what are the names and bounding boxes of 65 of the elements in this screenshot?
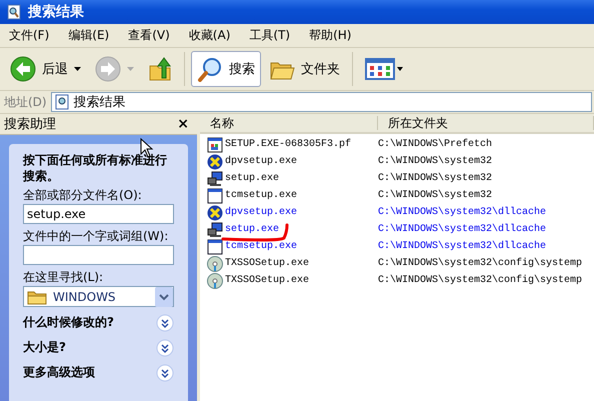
disc-icon: [207, 272, 223, 288]
view-grid-icon: [365, 57, 405, 81]
word-field[interactable]: [23, 245, 174, 265]
address-field[interactable]: 搜索结果: [50, 92, 592, 112]
file-name[interactable]: SETUP.EXE-068305F3.pf: [225, 139, 352, 150]
directx-icon: [207, 154, 223, 170]
hand-drawn-mark: [220, 222, 290, 243]
pane-title: 搜索助理: [4, 116, 56, 133]
search-icon: [197, 56, 223, 82]
program-window-icon: [207, 188, 223, 204]
file-name[interactable]: TXSSOSetup.exe: [225, 258, 310, 269]
menu-item[interactable]: 查看(V): [121, 25, 178, 46]
file-name[interactable]: tcmsetup.exe: [225, 190, 298, 201]
file-name[interactable]: tcmsetup.exe: [225, 241, 298, 252]
section-title: 什么时候修改的?: [23, 314, 114, 331]
file-name[interactable]: dpvsetup.exe: [225, 156, 298, 167]
folder-up-icon: [148, 56, 172, 82]
dropdown-caret-icon: [127, 67, 134, 71]
folder-path: C:\WINDOWS\system32\dllcache: [378, 224, 546, 235]
section-title: 大小是?: [23, 339, 66, 356]
column-header[interactable]: 名称: [200, 116, 378, 130]
folder-path: C:\WINDOWS\Prefetch: [378, 139, 492, 150]
location-dropdown[interactable]: WINDOWS: [23, 286, 174, 307]
menu-item[interactable]: 帮助(H): [302, 25, 360, 46]
expand-chevron-icon[interactable]: [156, 338, 174, 356]
expand-chevron-icon[interactable]: [156, 364, 174, 382]
directx-icon: [207, 204, 223, 220]
installer-icon: [207, 170, 223, 186]
menu-item[interactable]: 工具(T): [242, 25, 298, 46]
installer-icon: [207, 222, 223, 238]
column-header[interactable]: 所在文件夹: [378, 116, 594, 130]
disc-icon: [207, 256, 223, 272]
file-name[interactable]: setup.exe: [225, 224, 280, 235]
program-window-icon: [207, 238, 223, 254]
search-button[interactable]: 搜索: [191, 51, 261, 87]
folders-button[interactable]: 文件夹: [263, 51, 346, 87]
folder-path: C:\WINDOWS\system32: [378, 156, 492, 167]
file-name[interactable]: dpvsetup.exe: [225, 207, 298, 218]
expand-chevron-icon[interactable]: [156, 314, 174, 332]
folder-path: C:\WINDOWS\system32\dllcache: [378, 241, 546, 252]
menu-item[interactable]: 编辑(E): [61, 25, 118, 46]
section-title: 更多高级选项: [23, 364, 95, 381]
folder-path: C:\WINDOWS\system32\config\systemp: [378, 275, 582, 286]
search-window-icon: [6, 4, 22, 20]
folder-path: C:\WINDOWS\system32\config\systemp: [378, 258, 582, 269]
file-name-field[interactable]: setup.exe: [23, 204, 174, 224]
close-button[interactable]: ×: [175, 116, 191, 132]
prefetch-file-icon: [207, 136, 223, 152]
search-page-icon: [54, 94, 69, 110]
folder-path: C:\WINDOWS\system32: [378, 190, 492, 201]
menu-item[interactable]: 文件(F): [2, 25, 58, 46]
field-label: 在这里寻找(L):: [23, 270, 104, 285]
field-label: 全部或部分文件名(O):: [23, 188, 143, 203]
folder-path: C:\WINDOWS\system32: [378, 173, 492, 184]
back-button[interactable]: 后退: [4, 51, 87, 87]
folder-icon: [27, 288, 47, 304]
address-label: 地址(D): [4, 94, 47, 110]
window-title: 搜索结果: [28, 3, 84, 21]
dropdown-caret-icon: [74, 67, 81, 71]
address-text: 搜索结果: [74, 94, 126, 111]
folder-path: C:\WINDOWS\system32\dllcache: [378, 207, 546, 218]
file-name[interactable]: setup.exe: [225, 173, 280, 184]
file-name[interactable]: TXSSOSetup.exe: [225, 275, 310, 286]
field-label: 文件中的一个字或词组(W):: [23, 229, 170, 244]
menu-item[interactable]: 收藏(A): [182, 25, 238, 46]
